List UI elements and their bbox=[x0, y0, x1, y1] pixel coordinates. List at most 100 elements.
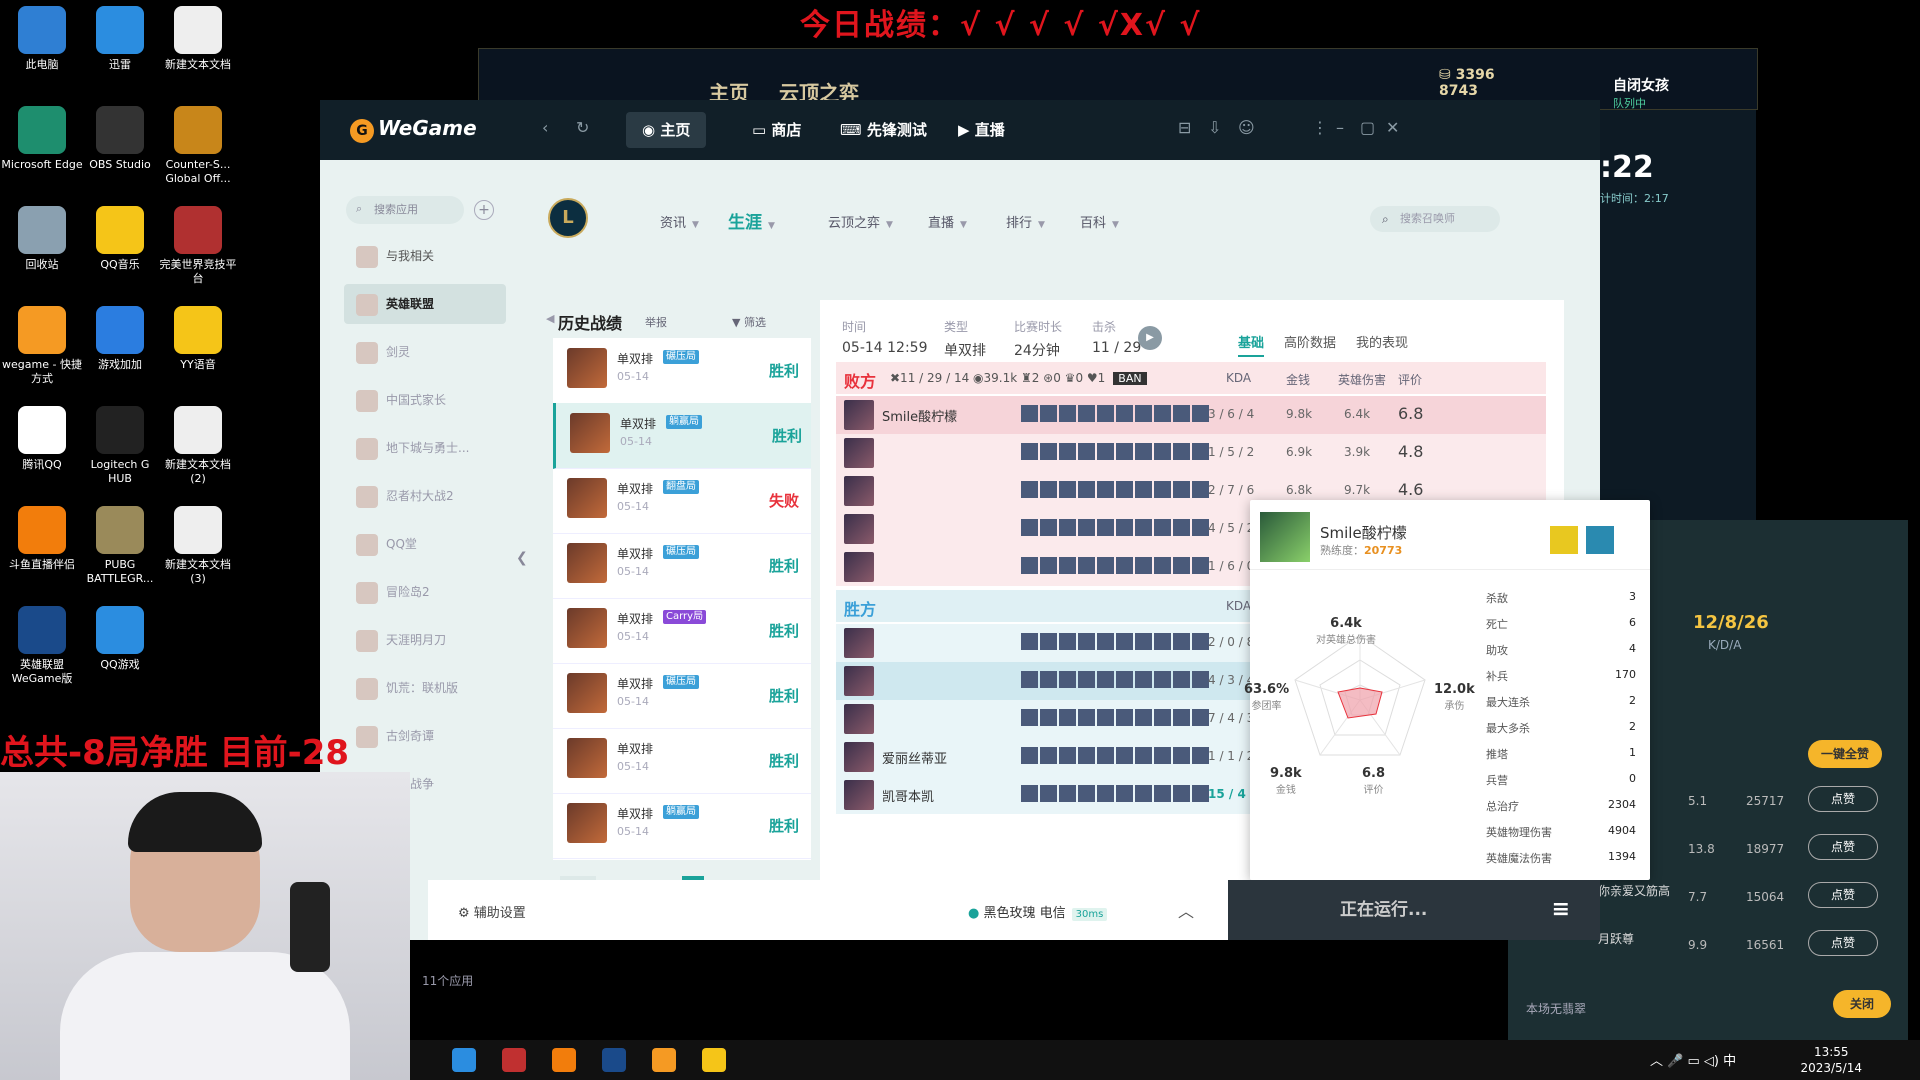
chevron-left-icon[interactable]: ◀ bbox=[546, 312, 554, 325]
item-icon bbox=[1097, 709, 1114, 726]
player-stats-popup: Smile酸柠檬 熟练度：20773 6.4k 对英雄总伤害 63.6% 参团率 1… bbox=[1244, 500, 1650, 880]
add-app-button[interactable]: + bbox=[474, 200, 494, 220]
desktop-icon-label: 回收站 bbox=[25, 258, 59, 271]
taskbar-obs-icon[interactable] bbox=[502, 1048, 526, 1072]
player-row[interactable]: Smile酸柠檬 3 / 6 / 4 9.8k 6.4k 6.8 bbox=[836, 396, 1546, 434]
desktop-icon[interactable]: PUBG BATTLEGR... bbox=[78, 506, 162, 586]
history-item[interactable]: 单双排 翻盘局 05-14 失败 bbox=[553, 468, 811, 534]
history-item[interactable]: 单双排 Carry局 05-14 胜利 bbox=[553, 598, 811, 664]
score-gold: 15064 bbox=[1746, 890, 1785, 904]
subnav-tab[interactable]: 资讯 ▼ bbox=[660, 212, 699, 231]
replay-play-icon[interactable]: ▶ bbox=[1138, 326, 1162, 350]
player-name[interactable]: Smile酸柠檬 bbox=[882, 406, 957, 425]
player-name[interactable]: 爱丽丝蒂亚 bbox=[882, 748, 947, 767]
filter-button[interactable]: ▼ 筛选 bbox=[732, 314, 766, 330]
like-all-button[interactable]: 一键全赞 bbox=[1808, 740, 1882, 768]
maximize-icon[interactable]: ▢ bbox=[1360, 118, 1375, 137]
sidebar-item[interactable]: 冒险岛2 bbox=[344, 572, 506, 612]
nav-beta[interactable]: ⌨ 先锋测试 bbox=[824, 112, 943, 148]
report-link[interactable]: 举报 bbox=[645, 314, 667, 330]
like-button[interactable]: 点赞 bbox=[1808, 834, 1878, 860]
tab-basic[interactable]: 基础 bbox=[1238, 332, 1265, 357]
folder-icon[interactable]: ⊟ bbox=[1178, 118, 1191, 137]
subnav-tab[interactable]: 生涯 ▼ bbox=[728, 208, 775, 233]
refresh-icon[interactable]: ↻ bbox=[576, 118, 589, 137]
desktop-icon[interactable]: 游戏加加 bbox=[78, 306, 162, 372]
history-item[interactable]: 单双排 碾压局 05-14 胜利 bbox=[553, 533, 811, 599]
taskbar-lol-icon[interactable] bbox=[602, 1048, 626, 1072]
desktop-icon[interactable]: OBS Studio bbox=[78, 106, 162, 172]
app-search-input[interactable]: 搜索应用 bbox=[346, 196, 464, 224]
subnav-tab[interactable]: 云顶之弈 ▼ bbox=[828, 212, 893, 231]
desktop-icon[interactable]: wegame - 快捷方式 bbox=[0, 306, 84, 386]
tab-my-performance[interactable]: 我的表现 bbox=[1356, 332, 1408, 351]
assist-settings-button[interactable]: ⚙ 辅助设置 bbox=[458, 902, 526, 921]
desktop-icon[interactable]: 完美世界竞技平台 bbox=[156, 206, 240, 286]
close-panel-button[interactable]: 关闭 bbox=[1833, 990, 1891, 1018]
taskbar-wegame-icon[interactable] bbox=[652, 1048, 676, 1072]
sidebar-item[interactable]: 饥荒：联机版 bbox=[344, 668, 506, 708]
system-tray[interactable]: ︿ 🎤 ▭ ◁) 中 bbox=[1650, 1050, 1736, 1069]
sidebar-item[interactable]: 天涯明月刀 bbox=[344, 620, 506, 660]
menu-icon[interactable]: ≡ bbox=[1552, 880, 1570, 940]
chevron-up-icon[interactable]: ︿ bbox=[1178, 898, 1194, 922]
player-row[interactable]: 1 / 5 / 2 6.9k 3.9k 4.8 bbox=[836, 434, 1546, 472]
nav-live[interactable]: ▶ 直播 bbox=[942, 112, 1021, 148]
tab-advanced[interactable]: 高阶数据 bbox=[1284, 332, 1336, 351]
server-status[interactable]: ● 黑色玫瑰 电信 30ms bbox=[968, 902, 1108, 921]
subnav-tab[interactable]: 排行 ▼ bbox=[1006, 212, 1045, 231]
desktop-icon[interactable]: 新建文本文档 (2) bbox=[156, 406, 240, 486]
sidebar-item[interactable]: 忍者村大战2 bbox=[344, 476, 506, 516]
item-icon bbox=[1059, 785, 1076, 802]
desktop-icon[interactable]: YY语音 bbox=[156, 306, 240, 372]
taskbar-qqmusic-icon[interactable] bbox=[702, 1048, 726, 1072]
nav-store[interactable]: ▭ 商店 bbox=[736, 112, 817, 148]
sidebar-item[interactable]: QQ堂 bbox=[344, 524, 506, 564]
history-item[interactable]: 单双排 05-14 胜利 bbox=[553, 728, 811, 794]
history-item[interactable]: 单双排 躺赢局 05-14 胜利 bbox=[553, 403, 811, 469]
desktop-icon[interactable]: 新建文本文档 bbox=[156, 6, 240, 72]
minimize-icon[interactable]: – bbox=[1336, 118, 1344, 137]
download-icon[interactable]: ⇩ bbox=[1208, 118, 1221, 137]
desktop-icon[interactable]: QQ音乐 bbox=[78, 206, 162, 272]
desktop-icon[interactable]: 斗鱼直播伴侣 bbox=[0, 506, 84, 572]
close-icon[interactable]: ✕ bbox=[1386, 118, 1399, 137]
desktop-icon[interactable]: 腾讯QQ bbox=[0, 406, 84, 472]
time-label: 时间 bbox=[842, 320, 867, 334]
sidebar-item[interactable]: 英雄联盟 bbox=[344, 284, 506, 324]
desktop-icon[interactable]: QQ游戏 bbox=[78, 606, 162, 672]
running-status[interactable]: 正在运行... ≡ bbox=[1228, 880, 1600, 940]
sidebar-item[interactable]: 古剑奇谭 bbox=[344, 716, 506, 756]
subnav-tab[interactable]: 直播 ▼ bbox=[928, 212, 967, 231]
desktop-icon[interactable]: Logitech G HUB bbox=[78, 406, 162, 486]
back-icon[interactable]: ‹ bbox=[542, 118, 548, 137]
sidebar-item[interactable]: 与我相关 bbox=[344, 236, 506, 276]
taskbar-douyu-icon[interactable] bbox=[552, 1048, 576, 1072]
nav-home[interactable]: ◉ 主页 bbox=[626, 112, 707, 148]
sidebar-item[interactable]: 地下城与勇士... bbox=[344, 428, 506, 468]
desktop-icon[interactable]: Counter-S... Global Off... bbox=[156, 106, 240, 186]
more-icon[interactable]: ⋮ bbox=[1312, 118, 1328, 137]
summoner-search-input[interactable]: 搜索召唤师 bbox=[1370, 206, 1500, 232]
taskbar-clock[interactable]: 13:55 2023/5/14 bbox=[1800, 1044, 1862, 1076]
subnav-tab[interactable]: 百科 ▼ bbox=[1080, 212, 1119, 231]
desktop-icon[interactable]: 新建文本文档 (3) bbox=[156, 506, 240, 586]
sidebar-item[interactable]: 剑灵 bbox=[344, 332, 506, 372]
history-item[interactable]: 单双排 碾压局 05-14 胜利 bbox=[553, 338, 811, 404]
desktop-icon[interactable]: 迅雷 bbox=[78, 6, 162, 72]
player-score: 6.8 bbox=[1398, 404, 1424, 423]
history-item[interactable]: 单双排 躺赢局 05-14 胜利 bbox=[553, 793, 811, 859]
desktop-icon[interactable]: Microsoft Edge bbox=[0, 106, 84, 172]
history-item[interactable]: 单双排 碾压局 05-14 胜利 bbox=[553, 663, 811, 729]
like-button[interactable]: 点赞 bbox=[1808, 786, 1878, 812]
like-button[interactable]: 点赞 bbox=[1808, 930, 1878, 956]
desktop-icon[interactable]: 此电脑 bbox=[0, 6, 84, 72]
desktop-icon[interactable]: 英雄联盟 WeGame版 bbox=[0, 606, 84, 686]
sidebar-item[interactable]: 中国式家长 bbox=[344, 380, 506, 420]
player-name[interactable]: 凯哥本凯 bbox=[882, 786, 934, 805]
history-title: 历史战绩 bbox=[558, 314, 623, 333]
taskbar-qq-browser-icon[interactable] bbox=[452, 1048, 476, 1072]
desktop-icon[interactable]: 回收站 bbox=[0, 206, 84, 272]
like-button[interactable]: 点赞 bbox=[1808, 882, 1878, 908]
avatar-icon[interactable]: ☺ bbox=[1238, 118, 1255, 137]
